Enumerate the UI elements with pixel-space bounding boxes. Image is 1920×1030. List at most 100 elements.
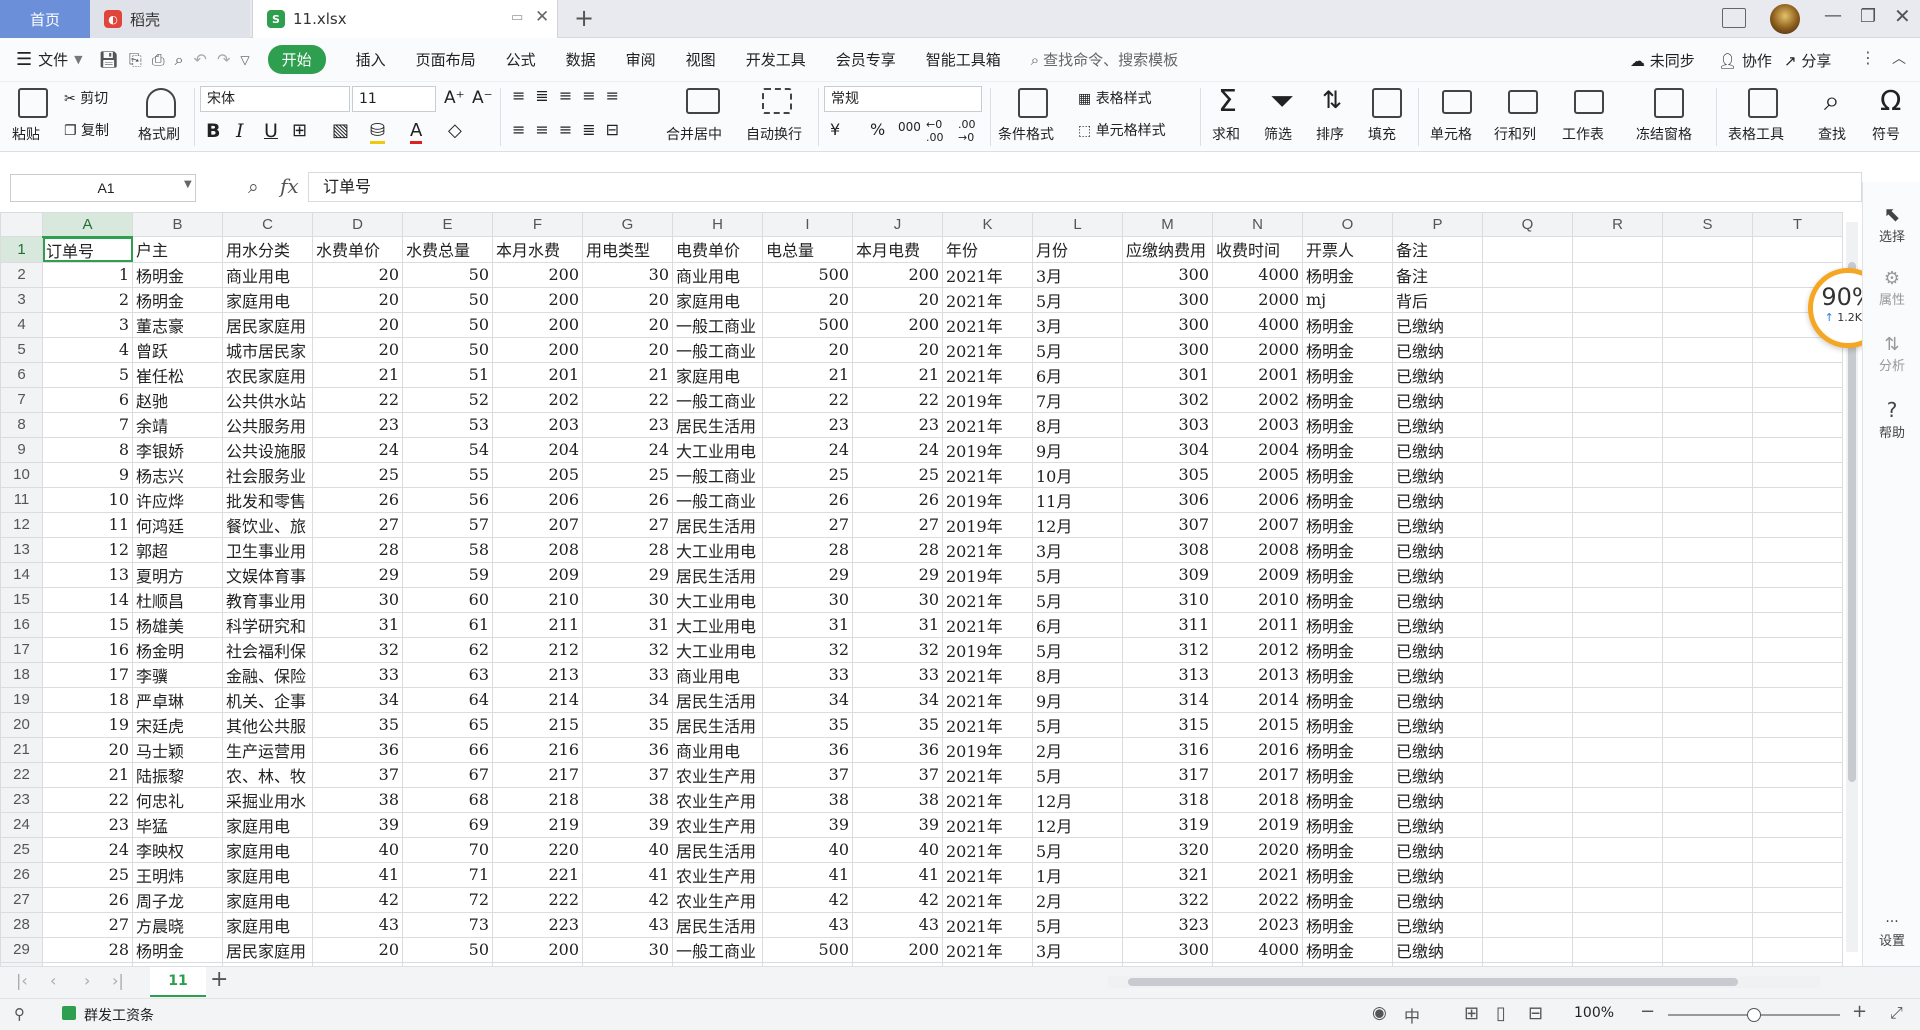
- cell[interactable]: 24: [762, 436, 853, 463]
- cell[interactable]: 500: [762, 311, 853, 338]
- cell[interactable]: 杨明金: [1302, 786, 1393, 813]
- cell[interactable]: 大工业用电: [672, 536, 763, 563]
- save-icon[interactable]: 💾︎: [99, 50, 119, 69]
- fill-button[interactable]: 填充: [1368, 124, 1396, 144]
- cell[interactable]: 采掘业用水: [222, 786, 313, 813]
- minimize-icon[interactable]: —: [1824, 5, 1842, 26]
- cell[interactable]: 207: [492, 511, 583, 538]
- cell[interactable]: 12月: [1032, 511, 1123, 538]
- cell[interactable]: 崔任松: [132, 361, 223, 388]
- cell[interactable]: [1482, 561, 1573, 588]
- cell[interactable]: 杨明金: [1302, 611, 1393, 638]
- cell[interactable]: 2021年: [942, 836, 1033, 863]
- cell[interactable]: 37: [762, 761, 853, 788]
- cell[interactable]: 7: [42, 411, 133, 438]
- cell[interactable]: 309: [1122, 561, 1213, 588]
- cell[interactable]: 311: [1122, 611, 1213, 638]
- cell[interactable]: 34: [852, 686, 943, 713]
- cell[interactable]: 商业用电: [672, 661, 763, 688]
- menu-dev-tools[interactable]: 开发工具: [746, 49, 806, 70]
- cell[interactable]: [1482, 786, 1573, 813]
- cell[interactable]: 22: [582, 386, 673, 413]
- cell[interactable]: 居民生活用: [672, 561, 763, 588]
- cell[interactable]: [1662, 711, 1753, 738]
- row-header[interactable]: 3: [0, 286, 43, 313]
- cell[interactable]: 电总量: [762, 236, 853, 263]
- cell[interactable]: 8月: [1032, 411, 1123, 438]
- fullscreen-icon[interactable]: ⤢: [1890, 1003, 1903, 1023]
- cell[interactable]: 杨明金: [1302, 461, 1393, 488]
- cell[interactable]: 杨明金: [1302, 911, 1393, 938]
- row-header[interactable]: 10: [0, 461, 43, 488]
- cell[interactable]: [1482, 336, 1573, 363]
- cell[interactable]: 夏明方: [132, 561, 223, 588]
- cell[interactable]: 2001: [1212, 361, 1303, 388]
- cell[interactable]: 216: [492, 736, 583, 763]
- cell[interactable]: 500: [762, 936, 853, 963]
- cell[interactable]: 已缴纳: [1392, 436, 1483, 463]
- cell[interactable]: 2021年: [942, 886, 1033, 913]
- cell[interactable]: 已缴纳: [1392, 761, 1483, 788]
- row-header[interactable]: 6: [0, 361, 43, 388]
- cell[interactable]: 43: [852, 911, 943, 938]
- cell[interactable]: 22: [42, 786, 133, 813]
- tab-daoke[interactable]: ◐ 稻壳: [90, 0, 250, 38]
- cell[interactable]: [1572, 336, 1663, 363]
- cell[interactable]: 已缴纳: [1392, 336, 1483, 363]
- cell[interactable]: 38: [312, 786, 403, 813]
- first-sheet-icon[interactable]: |‹: [16, 971, 28, 990]
- cell[interactable]: 2021年: [942, 761, 1033, 788]
- cell[interactable]: 500: [762, 261, 853, 288]
- cell[interactable]: 5月: [1032, 636, 1123, 663]
- property-tool[interactable]: ⚙ 属性: [1863, 268, 1920, 308]
- row-header[interactable]: 26: [0, 861, 43, 888]
- cell[interactable]: 2012: [1212, 636, 1303, 663]
- cell[interactable]: 2019年: [942, 636, 1033, 663]
- cell[interactable]: [1482, 411, 1573, 438]
- cell[interactable]: 52: [402, 386, 493, 413]
- cell[interactable]: 29: [762, 561, 853, 588]
- cell[interactable]: 32: [852, 636, 943, 663]
- cell[interactable]: 306: [1122, 486, 1213, 513]
- cell[interactable]: 已缴纳: [1392, 736, 1483, 763]
- cell[interactable]: 304: [1122, 436, 1213, 463]
- cell[interactable]: 李骥: [132, 661, 223, 688]
- column-header[interactable]: S: [1662, 212, 1753, 237]
- share-button[interactable]: ↗ 分享: [1784, 50, 1831, 71]
- cell[interactable]: [1572, 636, 1663, 663]
- cell[interactable]: [1482, 711, 1573, 738]
- cell[interactable]: 69: [402, 811, 493, 838]
- cell[interactable]: 已缴纳: [1392, 486, 1483, 513]
- cell[interactable]: [1662, 261, 1753, 288]
- cell[interactable]: 38: [852, 786, 943, 813]
- cell[interactable]: 2019年: [942, 386, 1033, 413]
- cell[interactable]: 27: [762, 511, 853, 538]
- cell[interactable]: 53: [402, 411, 493, 438]
- cell[interactable]: 20: [582, 336, 673, 363]
- cell[interactable]: 李银娇: [132, 436, 223, 463]
- cell[interactable]: 杨明金: [1302, 511, 1393, 538]
- cell[interactable]: 已缴纳: [1392, 711, 1483, 738]
- cell[interactable]: [1482, 836, 1573, 863]
- cell[interactable]: 一般工商业: [672, 311, 763, 338]
- cell[interactable]: 70: [402, 836, 493, 863]
- cell[interactable]: [1572, 286, 1663, 313]
- cell[interactable]: 316: [1122, 736, 1213, 763]
- cell[interactable]: 杜顺昌: [132, 586, 223, 613]
- cell[interactable]: 21: [42, 761, 133, 788]
- cell[interactable]: 317: [1122, 761, 1213, 788]
- export-icon[interactable]: ⎘: [129, 50, 142, 70]
- cell[interactable]: 39: [852, 811, 943, 838]
- menu-view[interactable]: 视图: [686, 49, 716, 70]
- cell[interactable]: 8月: [1032, 661, 1123, 688]
- cell[interactable]: 杨明金: [1302, 886, 1393, 913]
- cell[interactable]: 已缴纳: [1392, 311, 1483, 338]
- cell[interactable]: [1662, 461, 1753, 488]
- cell[interactable]: [1752, 911, 1843, 938]
- cell[interactable]: 27: [42, 911, 133, 938]
- cell[interactable]: [1662, 811, 1753, 838]
- cell[interactable]: 319: [1122, 811, 1213, 838]
- cell[interactable]: [1572, 411, 1663, 438]
- cell[interactable]: 35: [852, 711, 943, 738]
- cell[interactable]: 公共设施服: [222, 436, 313, 463]
